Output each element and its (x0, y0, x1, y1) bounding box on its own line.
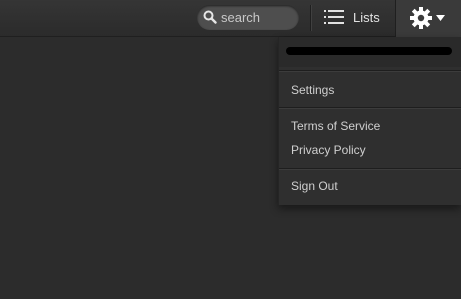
redaction-bar (286, 47, 452, 55)
menu-separator (279, 107, 461, 108)
lists-button[interactable]: Lists (322, 5, 388, 30)
menu-item-settings[interactable]: Settings (291, 83, 334, 97)
menu-item-terms-of-service[interactable]: Terms of Service (291, 119, 380, 133)
search-icon (203, 10, 217, 24)
menu-separator (279, 70, 461, 71)
search-input[interactable] (221, 9, 293, 26)
caret-down-icon (436, 15, 445, 21)
toolbar-divider (310, 5, 311, 31)
settings-menu-button[interactable] (395, 0, 461, 37)
search-box[interactable] (197, 5, 299, 30)
menu-separator (279, 168, 461, 169)
lists-label: Lists (353, 10, 380, 25)
menu-item-privacy-policy[interactable]: Privacy Policy (291, 143, 366, 157)
top-bar: Lists (0, 0, 461, 37)
settings-dropdown-menu: Settings Terms of Service Privacy Policy… (278, 37, 461, 205)
account-header (279, 37, 461, 67)
list-icon (324, 10, 344, 24)
menu-item-sign-out[interactable]: Sign Out (291, 179, 338, 193)
gear-icon (410, 7, 432, 29)
